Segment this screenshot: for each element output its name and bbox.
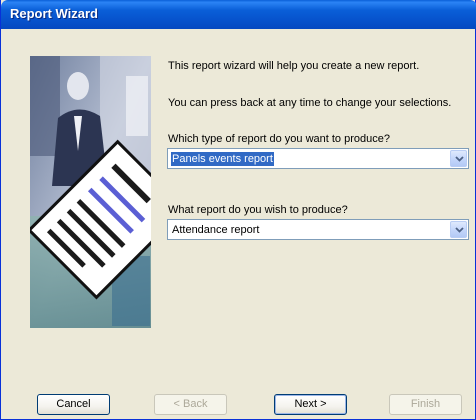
chevron-down-icon (455, 227, 464, 233)
wizard-body: This report wizard will help you create … (4, 29, 472, 417)
report-wizard-window: Report Wizard This report wizard will he… (0, 0, 476, 420)
cancel-button[interactable]: Cancel (37, 394, 110, 415)
report-type-dropdown[interactable]: Panels events report (167, 148, 469, 169)
report-type-dropdown-button[interactable] (450, 150, 467, 167)
window-title: Report Wizard (10, 6, 98, 21)
chevron-down-icon (455, 156, 464, 162)
intro-line-2: You can press back at any time to change… (168, 97, 452, 109)
back-button[interactable]: < Back (154, 394, 227, 415)
report-label: What report do you wish to produce? (168, 204, 348, 216)
wizard-illustration (30, 56, 151, 328)
title-bar[interactable]: Report Wizard (1, 0, 476, 29)
report-value: Attendance report (172, 224, 260, 236)
report-dropdown[interactable]: Attendance report (167, 219, 469, 240)
next-button[interactable]: Next > (274, 394, 347, 415)
report-type-label: Which type of report do you want to prod… (168, 133, 390, 145)
finish-button[interactable]: Finish (389, 394, 462, 415)
illustration-graphic (30, 56, 151, 328)
report-dropdown-button[interactable] (450, 221, 467, 238)
report-type-value: Panels events report (170, 151, 275, 167)
intro-line-1: This report wizard will help you create … (168, 60, 420, 72)
